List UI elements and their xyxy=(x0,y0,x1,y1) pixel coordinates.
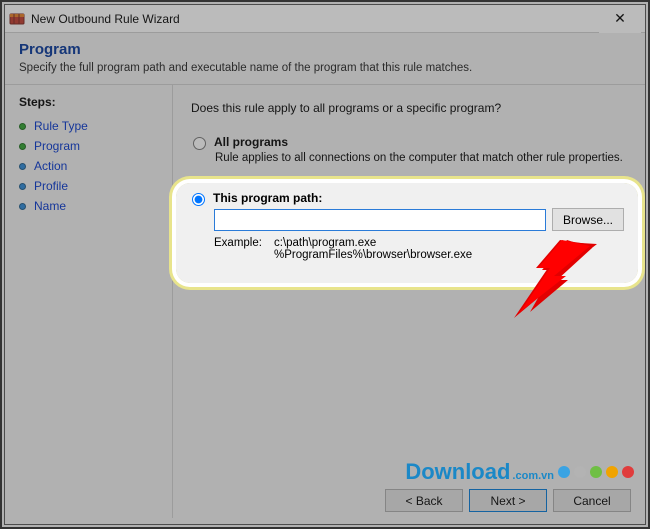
cancel-button[interactable]: Cancel xyxy=(553,489,631,512)
page-title: Program xyxy=(19,41,631,58)
program-path-input[interactable] xyxy=(214,209,546,231)
step-bullet-icon xyxy=(19,203,26,210)
page-subtitle: Specify the full program path and execut… xyxy=(19,62,631,74)
example-text: c:\path\program.exe %ProgramFiles%\brows… xyxy=(274,237,472,261)
step-bullet-icon xyxy=(19,123,26,130)
steps-heading: Steps: xyxy=(19,95,162,109)
steps-sidebar: Steps: Rule Type Program Action Profile xyxy=(5,85,173,518)
step-name[interactable]: Name xyxy=(19,199,162,213)
radio-all-programs-desc: Rule applies to all connections on the c… xyxy=(215,152,627,164)
window-title: New Outbound Rule Wizard xyxy=(31,12,599,26)
step-label[interactable]: Program xyxy=(34,139,80,153)
radio-this-program-label: This program path: xyxy=(213,191,322,205)
step-program[interactable]: Program xyxy=(19,139,162,153)
step-bullet-icon xyxy=(19,143,26,150)
step-bullet-icon xyxy=(19,183,26,190)
step-profile[interactable]: Profile xyxy=(19,179,162,193)
step-label[interactable]: Profile xyxy=(34,179,68,193)
step-label[interactable]: Name xyxy=(34,199,66,213)
rule-question: Does this rule apply to all programs or … xyxy=(191,101,627,115)
radio-all-programs-label: All programs xyxy=(214,135,288,149)
firewall-icon xyxy=(9,11,25,27)
radio-this-program-row[interactable]: This program path: xyxy=(190,191,624,206)
close-icon: ✕ xyxy=(614,10,626,27)
radio-all-programs[interactable] xyxy=(193,137,206,150)
close-button[interactable]: ✕ xyxy=(599,5,641,33)
step-label[interactable]: Rule Type xyxy=(34,119,88,133)
highlight-region: This program path: Browse... Example: c:… xyxy=(176,183,638,283)
example-label: Example: xyxy=(214,237,274,261)
next-button[interactable]: Next > xyxy=(469,489,547,512)
radio-this-program[interactable] xyxy=(192,193,205,206)
back-button[interactable]: < Back xyxy=(385,489,463,512)
step-action[interactable]: Action xyxy=(19,159,162,173)
step-bullet-icon xyxy=(19,163,26,170)
step-rule-type[interactable]: Rule Type xyxy=(19,119,162,133)
browse-button[interactable]: Browse... xyxy=(552,208,624,231)
step-label[interactable]: Action xyxy=(34,159,67,173)
radio-all-programs-row[interactable]: All programs xyxy=(191,135,627,150)
